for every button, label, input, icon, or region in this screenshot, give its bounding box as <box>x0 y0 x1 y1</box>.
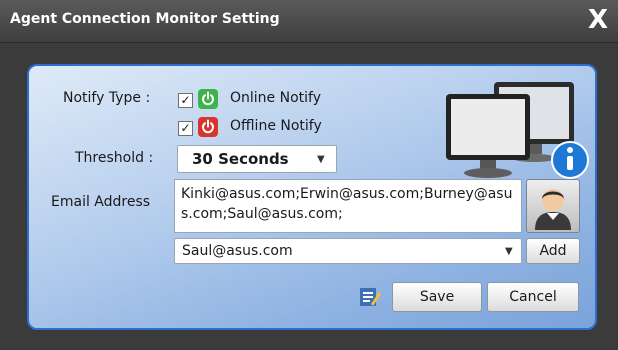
save-button[interactable]: Save <box>392 282 482 312</box>
online-notify-label: Online Notify <box>230 90 321 106</box>
email-select-value: Saul@asus.com <box>182 243 293 259</box>
threshold-value: 30 Seconds <box>192 150 289 168</box>
contact-avatar-icon[interactable] <box>526 179 580 233</box>
cancel-button[interactable]: Cancel <box>487 282 579 312</box>
email-select[interactable]: Saul@asus.com ▼ <box>174 238 522 264</box>
threshold-select[interactable]: 30 Seconds ▼ <box>177 145 337 173</box>
close-button[interactable]: X <box>584 6 612 34</box>
window-title: Agent Connection Monitor Setting <box>10 11 280 27</box>
threshold-label: Threshold : <box>75 150 154 166</box>
title-bar: Agent Connection Monitor Setting X <box>0 0 618 43</box>
offline-notify-label: Offline Notify <box>230 118 322 134</box>
email-address-textarea[interactable]: Kinki@asus.com;Erwin@asus.com;Burney@asu… <box>174 179 522 233</box>
settings-panel: Notify Type : ✓ Online Notify ✓ Offline … <box>27 64 597 330</box>
add-email-button[interactable]: Add <box>526 238 580 264</box>
power-icon <box>198 89 218 109</box>
dialog-window: Agent Connection Monitor Setting X Notif… <box>0 0 618 350</box>
chevron-down-icon: ▼ <box>505 246 513 257</box>
monitor-info-icon <box>442 80 589 180</box>
offline-notify-checkbox[interactable]: ✓ <box>178 121 193 136</box>
chevron-down-icon: ▼ <box>317 154 325 165</box>
edit-note-icon[interactable] <box>359 286 381 308</box>
notify-type-label: Notify Type : <box>63 90 151 106</box>
power-icon <box>198 117 218 137</box>
online-notify-checkbox[interactable]: ✓ <box>178 93 193 108</box>
email-address-label: Email Address <box>51 194 151 210</box>
